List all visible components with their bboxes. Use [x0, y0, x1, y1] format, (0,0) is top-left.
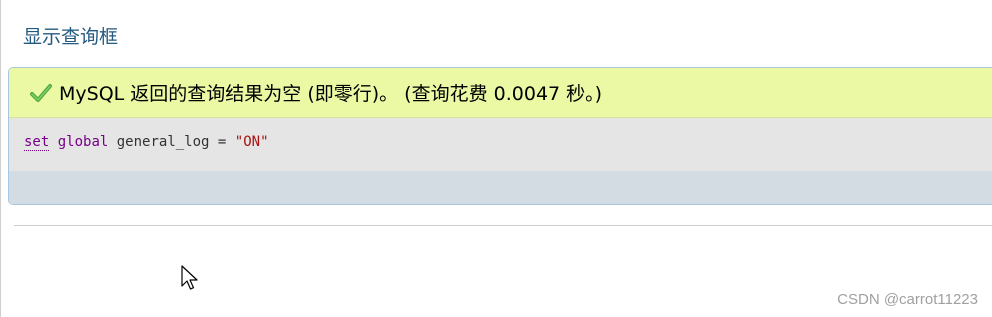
sql-keyword-set[interactable]: set	[24, 134, 50, 151]
sql-variable-name: general_log	[116, 134, 210, 150]
sql-string-value: "ON"	[234, 134, 269, 150]
sql-keyword-global: global	[57, 134, 109, 150]
query-results-page: 显示查询框 MySQL 返回的查询结果为空 (即零行)。 (查询花费 0.004…	[0, 0, 992, 317]
show-query-box-link[interactable]: 显示查询框	[23, 22, 118, 49]
check-icon	[29, 82, 53, 104]
success-message-text: MySQL 返回的查询结果为空 (即零行)。 (查询花费 0.0047 秒。)	[59, 83, 603, 105]
sql-query-display[interactable]: set global general_log = "ON"	[9, 118, 992, 171]
query-tools-bar	[9, 171, 992, 204]
sql-operator: =	[217, 134, 227, 150]
mouse-cursor-icon	[181, 265, 201, 293]
watermark: CSDN @carrot11223	[837, 291, 978, 308]
success-message: MySQL 返回的查询结果为空 (即零行)。 (查询花费 0.0047 秒。)	[9, 68, 992, 118]
query-result-panel: MySQL 返回的查询结果为空 (即零行)。 (查询花费 0.0047 秒。) …	[8, 67, 992, 205]
divider	[14, 225, 992, 226]
